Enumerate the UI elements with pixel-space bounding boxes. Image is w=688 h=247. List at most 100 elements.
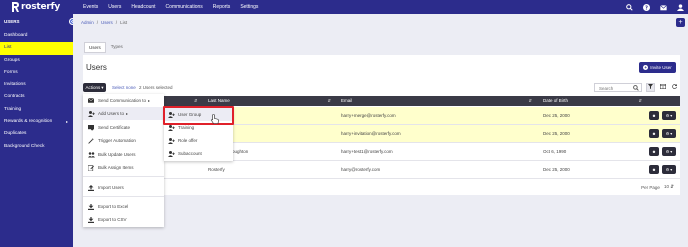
select-none-link[interactable]: Select none	[112, 85, 136, 90]
caret-right-icon: ▸	[65, 119, 68, 125]
inbox-icon[interactable]	[659, 3, 667, 11]
row-options-button[interactable]: ⚙ ▾	[662, 111, 676, 120]
last-name-cell: Rosterfy	[208, 167, 225, 172]
breadcrumb-users[interactable]: Users	[101, 20, 113, 25]
top-nav: Events Users Headcount Communications Re…	[78, 0, 263, 14]
sidebar-item-invitations[interactable]: Invitations	[0, 79, 73, 91]
page-title: Users	[86, 63, 107, 72]
row-options-button[interactable]: ⚙ ▾	[662, 147, 676, 156]
caret-updown-icon: ⇵	[670, 184, 674, 189]
column-header-last-name[interactable]: Last Name ⇵	[208, 96, 333, 106]
filter-button[interactable]	[646, 83, 655, 92]
column-header-email[interactable]: Email ⇵	[341, 96, 534, 106]
users-icon	[87, 151, 95, 159]
per-page-select[interactable]: 10 ⇵	[664, 184, 674, 190]
nav-users[interactable]: Users	[103, 0, 126, 14]
sidebar-item-dashboard[interactable]: Dashboard	[0, 30, 73, 42]
menu-item-export-csv[interactable]: Export to CSV	[83, 213, 164, 226]
nav-settings[interactable]: Settings	[235, 0, 263, 14]
rosterfy-logo-icon	[11, 2, 19, 12]
refresh-button[interactable]	[670, 83, 679, 92]
sidebar-item-groups[interactable]: Groups	[0, 55, 73, 67]
nav-reports[interactable]: Reports	[208, 0, 236, 14]
columns-button[interactable]	[658, 83, 667, 92]
actions-button[interactable]: Actions ▾	[83, 83, 106, 92]
nav-events[interactable]: Events	[78, 0, 103, 14]
sidebar-item-duplicates[interactable]: Duplicates	[0, 128, 73, 140]
top-icons: ?	[625, 0, 684, 14]
user-icon: ☻	[651, 167, 657, 172]
tab-users[interactable]: Users	[84, 42, 106, 53]
search-icon[interactable]	[633, 85, 639, 91]
submenu-item-role-offer[interactable]: Role offer	[164, 134, 233, 147]
dob-cell: Dec 25, 2000	[543, 167, 570, 172]
view-user-button[interactable]: ☻	[649, 111, 659, 120]
menu-item-send-certificate[interactable]: Send Certificate	[83, 121, 164, 134]
add-button[interactable]: +	[676, 18, 685, 27]
top-bar: rosterfy Events Users Headcount Communic…	[0, 0, 688, 14]
sidebar-item-training[interactable]: Training	[0, 104, 73, 116]
sidebar-item-contracts[interactable]: Contracts	[0, 91, 73, 103]
rosterfy-logo[interactable]: rosterfy	[11, 1, 60, 13]
plus-circle-icon: +	[643, 65, 649, 70]
invite-user-button[interactable]: + Invite User	[639, 62, 676, 73]
menu-divider	[83, 176, 164, 177]
plus-icon: +	[678, 19, 683, 26]
view-user-button[interactable]: ☻	[649, 165, 659, 174]
nav-headcount[interactable]: Headcount	[126, 0, 160, 14]
sidebar-item-forms[interactable]: Forms	[0, 67, 73, 79]
last-name-cell: oughton	[232, 149, 249, 154]
sort-icon: ⇵	[528, 98, 532, 103]
submenu-item-subaccount[interactable]: Subaccount	[164, 147, 233, 160]
menu-item-import-users[interactable]: Import Users	[83, 181, 164, 194]
filter-icon	[648, 84, 653, 91]
sidebar-item-background-check[interactable]: Background Check	[0, 141, 73, 153]
caret-down-icon: ▾	[101, 84, 104, 90]
search-input[interactable]	[595, 84, 633, 92]
dob-cell: Dec 25, 2000	[543, 113, 570, 118]
menu-item-add-users-to[interactable]: Add Users to ▸	[83, 107, 164, 120]
menu-item-export-excel[interactable]: Export to Excel	[83, 200, 164, 213]
menu-item-bulk-update-users[interactable]: Bulk Update Users	[83, 148, 164, 161]
view-user-button[interactable]: ☻	[649, 147, 659, 156]
refresh-icon	[672, 84, 678, 91]
menu-item-trigger-automation[interactable]: Trigger Automation	[83, 134, 164, 147]
download-icon	[87, 216, 95, 224]
sidebar-item-list[interactable]: List	[0, 42, 73, 55]
gear-icon: ⚙	[665, 131, 670, 136]
user-icon: ☻	[651, 131, 657, 136]
breadcrumb-separator: /	[115, 20, 118, 25]
actions-label: Actions	[85, 85, 101, 90]
sidebar-header-label: USERS	[4, 19, 20, 24]
email-cell: harry+merge@rosterfy.com	[341, 113, 396, 118]
upload-icon	[87, 184, 95, 192]
table-header: ⇵ Last Name ⇵ Email ⇵ Date of Birth ⇵	[83, 96, 680, 106]
tab-types[interactable]: Types	[107, 42, 127, 53]
column-header-dob[interactable]: Date of Birth ⇵	[543, 96, 644, 106]
dob-cell: Dec 25, 2000	[543, 131, 570, 136]
user-icon[interactable]	[676, 3, 684, 11]
email-cell: harry+invitation@rosterfy.com	[341, 131, 401, 136]
row-options-button[interactable]: ⚙ ▾	[662, 129, 676, 138]
sidebar-item-rewards[interactable]: Rewards & recognition ▸	[0, 116, 73, 128]
dob-cell: Oct 6, 1990	[543, 149, 567, 154]
user-plus-icon	[87, 110, 95, 118]
actions-menu: Send Communication to ▸ Add Users to ▸ Sen…	[83, 94, 164, 227]
sort-icon[interactable]: ⇵	[194, 96, 197, 106]
row-options-button[interactable]: ⚙ ▾	[662, 165, 676, 174]
menu-item-send-communication[interactable]: Send Communication to ▸	[83, 94, 164, 107]
view-user-button[interactable]: ☻	[649, 129, 659, 138]
help-icon[interactable]: ?	[642, 3, 650, 11]
breadcrumb-admin[interactable]: Admin	[81, 20, 94, 25]
gear-icon: ⚙	[665, 149, 670, 154]
certificate-icon	[87, 124, 95, 132]
menu-divider	[83, 196, 164, 197]
magic-icon	[87, 137, 95, 145]
nav-communications[interactable]: Communications	[161, 0, 208, 14]
search-icon[interactable]	[625, 3, 633, 11]
table-row[interactable]: Rosterfy harry@rosterfy.com Dec 25, 2000…	[83, 161, 680, 179]
menu-item-bulk-assign-items[interactable]: Bulk Assign Items	[83, 161, 164, 174]
breadcrumb: Admin / Users / List	[81, 20, 127, 25]
gear-icon: ⚙	[665, 167, 670, 172]
svg-text:?: ?	[645, 5, 648, 11]
